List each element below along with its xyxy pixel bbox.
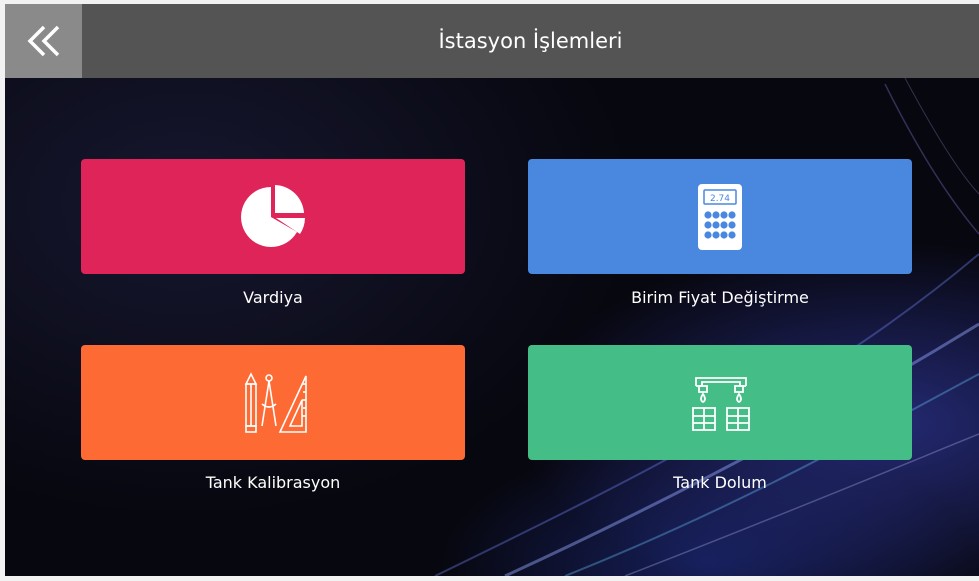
pie-chart-icon xyxy=(241,184,305,247)
calculator-icon: 2.74 xyxy=(698,183,742,250)
tank-filling-tile[interactable] xyxy=(528,345,912,460)
calculator-display-text: 2.74 xyxy=(710,194,730,204)
shift-tile[interactable] xyxy=(81,159,465,274)
page-title: İstasyon İşlemleri xyxy=(438,29,623,53)
tank-filling-tile-label: Tank Dolum xyxy=(673,473,767,492)
drafting-tools-icon xyxy=(244,371,307,433)
unit-price-tile-label: Birim Fiyat Değiştirme xyxy=(631,288,809,307)
header-bar: İstasyon İşlemleri xyxy=(5,4,979,78)
station-operations-screen: İstasyon İşlemleri Vardiya 2.74 Birim Fi… xyxy=(5,4,979,576)
shift-tile-label: Vardiya xyxy=(243,288,303,307)
double-chevron-left-icon xyxy=(27,25,59,57)
back-button[interactable] xyxy=(5,4,82,78)
tank-calibration-tile[interactable] xyxy=(81,345,465,460)
unit-price-tile[interactable]: 2.74 xyxy=(528,159,912,274)
tank-calibration-tile-label: Tank Kalibrasyon xyxy=(205,473,341,492)
fuel-tap-barrels-icon xyxy=(692,376,750,431)
